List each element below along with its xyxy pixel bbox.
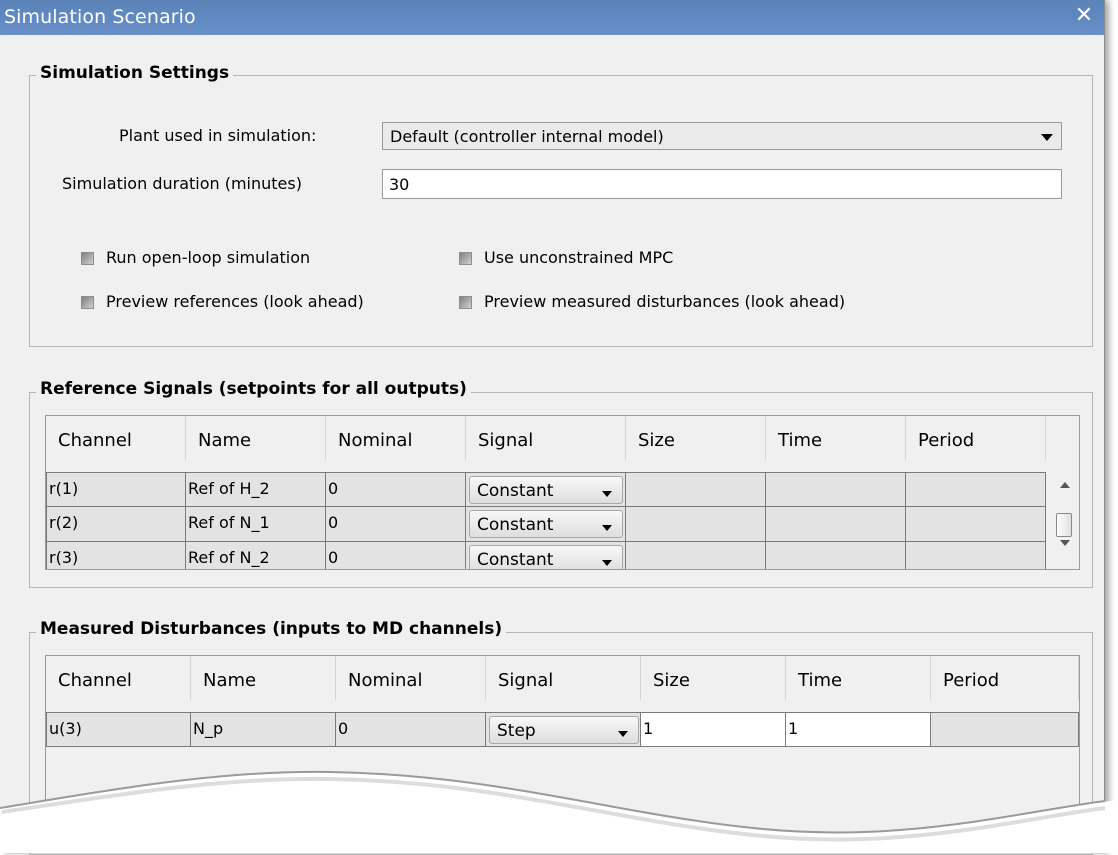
torn-edge-overlay xyxy=(0,770,1118,853)
screenshot-stage: Simulation Scenario ✕ Simulation Setting… xyxy=(0,0,1118,855)
